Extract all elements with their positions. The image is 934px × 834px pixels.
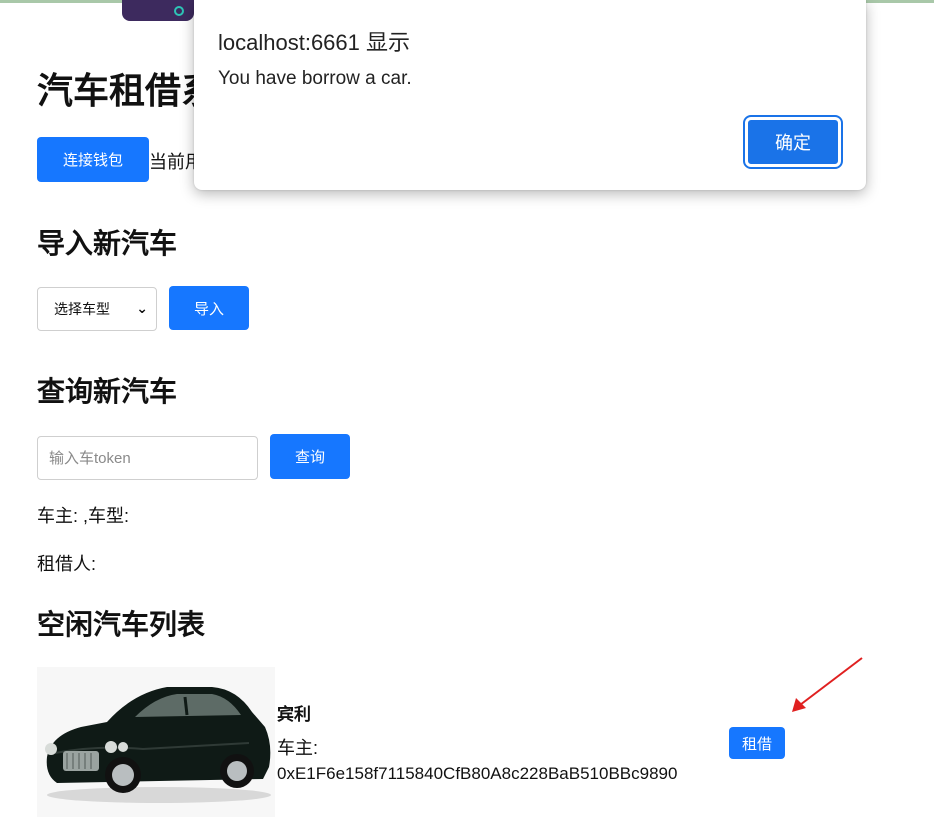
red-arrow-annotation bbox=[792, 657, 863, 712]
app-logo bbox=[122, 0, 194, 21]
dialog-title: localhost:6661 显示 bbox=[218, 30, 410, 55]
app-page: 汽车租借系统 连接钱包 当前用户： 导入新汽车 选择车型 ⌄ 导入 查询新汽车 … bbox=[0, 0, 934, 834]
car-type-select[interactable]: 选择车型 ⌄ bbox=[37, 287, 157, 331]
car-type-select-value: 选择车型 bbox=[54, 301, 110, 317]
car-image bbox=[37, 667, 275, 817]
import-button[interactable]: 导入 bbox=[169, 286, 249, 330]
logo-ring-icon bbox=[174, 6, 184, 16]
car-name: 宾利 bbox=[277, 705, 311, 724]
query-owner-line: 车主: ,车型: bbox=[37, 506, 130, 526]
car-owner-address: 0xE1F6e158f7115840CfB80A8c228BaB510BBc98… bbox=[277, 764, 678, 783]
idle-cars-heading: 空闲汽车列表 bbox=[37, 609, 206, 640]
query-heading: 查询新汽车 bbox=[37, 376, 178, 407]
query-button[interactable]: 查询 bbox=[270, 434, 350, 479]
connect-wallet-button[interactable]: 连接钱包 bbox=[37, 137, 149, 182]
car-owner-label: 车主: bbox=[277, 738, 319, 758]
car-list-item: 宾利 车主: 0xE1F6e158f7115840CfB80A8c228BaB5… bbox=[37, 667, 837, 834]
rent-car-button[interactable]: 租借 bbox=[729, 727, 785, 759]
chevron-down-icon: ⌄ bbox=[136, 300, 148, 316]
dialog-ok-button[interactable]: 确定 bbox=[743, 115, 843, 169]
query-borrower-line: 租借人: bbox=[37, 554, 97, 574]
car-token-input[interactable] bbox=[37, 436, 258, 480]
dialog-message: You have borrow a car. bbox=[218, 68, 412, 89]
import-heading: 导入新汽车 bbox=[37, 228, 178, 259]
alert-dialog: localhost:6661 显示 You have borrow a car.… bbox=[194, 0, 866, 190]
